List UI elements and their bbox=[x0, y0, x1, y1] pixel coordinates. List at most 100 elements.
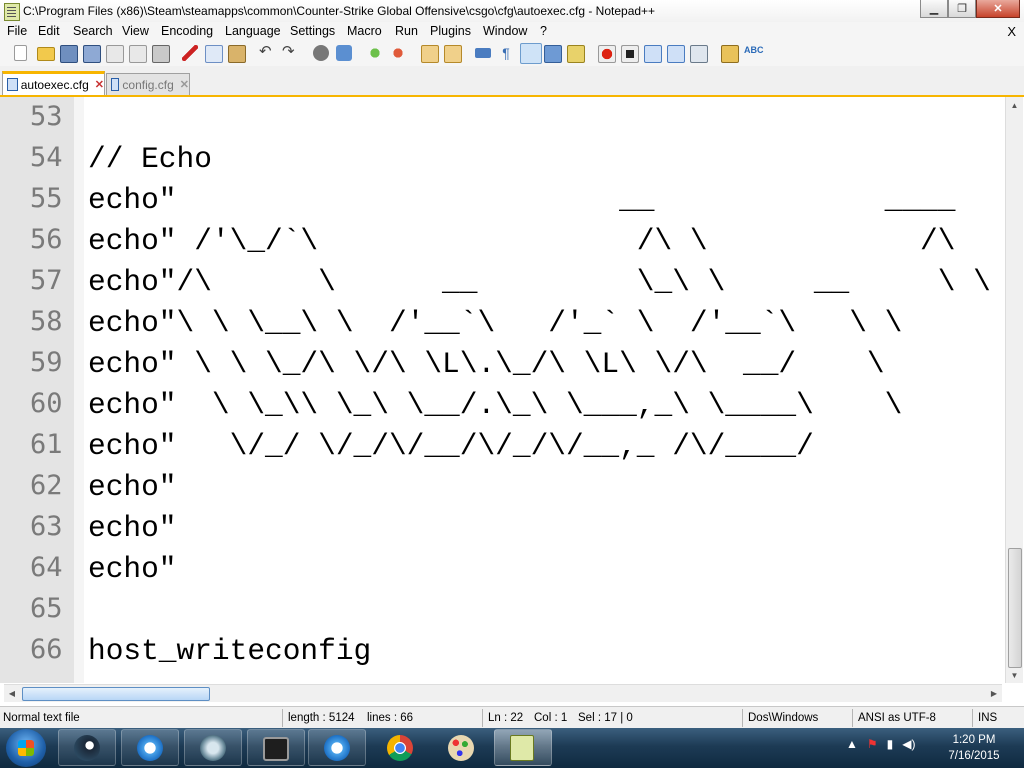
sync-horizontal-icon[interactable] bbox=[444, 45, 462, 63]
code-line[interactable]: 53 bbox=[0, 97, 1005, 138]
taskbar-hamachi[interactable] bbox=[184, 729, 242, 766]
scroll-left-arrow-icon[interactable]: ◀ bbox=[4, 685, 20, 702]
tab-label: config.cfg bbox=[122, 77, 174, 92]
code-line[interactable]: 66 host_writeconfig bbox=[0, 630, 1005, 671]
taskbar-steam[interactable] bbox=[58, 729, 116, 766]
vertical-scroll-thumb[interactable] bbox=[1008, 548, 1022, 668]
stop-record-icon[interactable] bbox=[621, 45, 639, 63]
horizontal-scrollbar[interactable]: ◀ ▶ bbox=[4, 684, 1002, 702]
scroll-right-arrow-icon[interactable]: ▶ bbox=[986, 685, 1002, 702]
new-file-icon[interactable] bbox=[14, 45, 27, 61]
doc-map-icon[interactable] bbox=[567, 45, 585, 63]
code-line[interactable]: 62 echo" bbox=[0, 466, 1005, 507]
itunes-icon bbox=[137, 735, 163, 761]
copy-icon[interactable] bbox=[205, 45, 223, 63]
sync-vertical-icon[interactable] bbox=[421, 45, 439, 63]
horizontal-scroll-thumb[interactable] bbox=[22, 687, 210, 701]
language-icon[interactable] bbox=[544, 45, 562, 63]
launch-browser-icon[interactable] bbox=[721, 45, 739, 63]
clock[interactable]: 1:20 PM 7/16/2015 bbox=[936, 732, 1012, 764]
volume-icon[interactable]: ◀) bbox=[902, 737, 915, 759]
menu-plugins[interactable]: Plugins bbox=[430, 24, 471, 38]
code-line[interactable]: 56 echo" /'\_/`\ /\ \ /\ bbox=[0, 220, 1005, 261]
code-line[interactable]: 64 echo" bbox=[0, 548, 1005, 589]
menu-bar: File Edit Search View Encoding Language … bbox=[0, 22, 1024, 41]
play-macro-icon[interactable] bbox=[644, 45, 662, 63]
menu-help[interactable]: ? bbox=[540, 24, 547, 38]
code-line[interactable]: 59 echo" \ \ \_/\ \/\ \L\.\_/\ \L\ \/\ __… bbox=[0, 343, 1005, 384]
status-column: Col : 1 bbox=[534, 712, 568, 724]
menu-view[interactable]: View bbox=[122, 24, 149, 38]
code-line[interactable]: 60 echo" \ \_\\ \_\ \__/.\_\ \___,_\ \___… bbox=[0, 384, 1005, 425]
undo-icon[interactable]: ↶ bbox=[259, 44, 275, 61]
zoom-in-icon[interactable] bbox=[367, 45, 383, 61]
close-icon[interactable] bbox=[106, 45, 124, 63]
menu-window[interactable]: Window bbox=[483, 24, 527, 38]
tab-close-icon[interactable]: ✕ bbox=[180, 78, 189, 91]
code-line[interactable]: 55 echo" __ ____ bbox=[0, 179, 1005, 220]
minimize-button[interactable]: ▁ bbox=[920, 0, 948, 18]
taskbar-monitor[interactable] bbox=[247, 729, 305, 766]
find-icon[interactable] bbox=[313, 45, 329, 61]
taskbar-chrome[interactable] bbox=[371, 729, 429, 766]
tab-close-icon[interactable]: ✕ bbox=[95, 78, 104, 91]
menu-settings[interactable]: Settings bbox=[290, 24, 335, 38]
scroll-up-arrow-icon[interactable]: ▲ bbox=[1006, 97, 1023, 113]
tab-config[interactable]: config.cfg ✕ bbox=[106, 73, 190, 95]
indent-guide-icon[interactable] bbox=[520, 43, 542, 64]
record-macro-icon[interactable] bbox=[598, 45, 616, 63]
menu-run[interactable]: Run bbox=[395, 24, 418, 38]
save-macro-icon[interactable] bbox=[690, 45, 708, 63]
taskbar-itunes[interactable] bbox=[121, 729, 179, 766]
code-line[interactable]: 57 echo"/\ \ __ \_\ \ __ \ \ bbox=[0, 261, 1005, 302]
close-all-icon[interactable] bbox=[129, 45, 147, 63]
show-all-chars-icon[interactable]: ¶ bbox=[498, 45, 514, 61]
close-document-button[interactable]: X bbox=[1007, 24, 1016, 39]
paint-icon bbox=[448, 735, 474, 761]
vertical-scrollbar[interactable]: ▲ ▼ bbox=[1005, 97, 1023, 683]
menu-edit[interactable]: Edit bbox=[38, 24, 60, 38]
taskbar-notepad-plus-plus[interactable] bbox=[494, 729, 552, 766]
window-controls: ▁ ❐ ✕ bbox=[920, 0, 1020, 18]
paste-icon[interactable] bbox=[228, 45, 246, 63]
menu-macro[interactable]: Macro bbox=[347, 24, 382, 38]
network-icon[interactable]: ▮ bbox=[887, 737, 894, 759]
cut-icon[interactable] bbox=[182, 45, 198, 61]
code-line[interactable]: 54 // Echo bbox=[0, 138, 1005, 179]
system-tray: ▲ ⚑ ▮ ◀) bbox=[846, 737, 916, 759]
menu-language[interactable]: Language bbox=[225, 24, 281, 38]
save-icon[interactable] bbox=[60, 45, 78, 63]
code-line[interactable]: 58 echo"\ \ \__\ \ /'__`\ /'_` \ /'__`\ \… bbox=[0, 302, 1005, 343]
replace-icon[interactable] bbox=[336, 45, 352, 61]
code-text: echo"/\ \ __ \_\ \ __ \ \ bbox=[88, 265, 991, 299]
save-all-icon[interactable] bbox=[83, 45, 101, 63]
open-file-icon[interactable] bbox=[37, 47, 55, 61]
code-line[interactable]: 63 echo" bbox=[0, 507, 1005, 548]
code-line[interactable]: 61 echo" \/_/ \/_/\/__/\/_/\/__,_ /\/____… bbox=[0, 425, 1005, 466]
action-center-icon[interactable]: ⚑ bbox=[867, 737, 878, 759]
title-bar: C:\Program Files (x86)\Steam\steamapps\c… bbox=[0, 0, 1024, 23]
menu-file[interactable]: File bbox=[7, 24, 27, 38]
redo-icon[interactable]: ↷ bbox=[282, 44, 298, 61]
start-button[interactable] bbox=[6, 729, 46, 767]
show-hidden-icons-icon[interactable]: ▲ bbox=[846, 737, 858, 759]
code-text: // Echo bbox=[88, 142, 212, 176]
word-wrap-icon[interactable] bbox=[475, 48, 491, 58]
menu-search[interactable]: Search bbox=[73, 24, 113, 38]
run-macro-multiple-icon[interactable] bbox=[667, 45, 685, 63]
print-icon[interactable] bbox=[152, 45, 170, 63]
taskbar-paint[interactable] bbox=[432, 729, 490, 766]
spell-check-icon[interactable]: ABC bbox=[744, 45, 764, 61]
menu-encoding[interactable]: Encoding bbox=[161, 24, 213, 38]
code-line[interactable]: 65 bbox=[0, 589, 1005, 630]
taskbar-itunes-2[interactable] bbox=[308, 729, 366, 766]
maximize-button[interactable]: ❐ bbox=[948, 0, 976, 18]
scroll-down-arrow-icon[interactable]: ▼ bbox=[1006, 667, 1023, 683]
notepad-plus-plus-icon bbox=[510, 735, 534, 761]
line-number: 64 bbox=[30, 552, 63, 583]
zoom-out-icon[interactable] bbox=[390, 45, 406, 61]
code-text: echo" \ \ \_/\ \/\ \L\.\_/\ \L\ \/\ __/ … bbox=[88, 347, 885, 381]
tab-autoexec[interactable]: autoexec.cfg ✕ bbox=[2, 71, 105, 95]
text-editor[interactable]: 53 54 // Echo 55 echo" __ ____ 56 echo" /'\_/`… bbox=[0, 97, 1005, 683]
close-button[interactable]: ✕ bbox=[976, 0, 1020, 18]
